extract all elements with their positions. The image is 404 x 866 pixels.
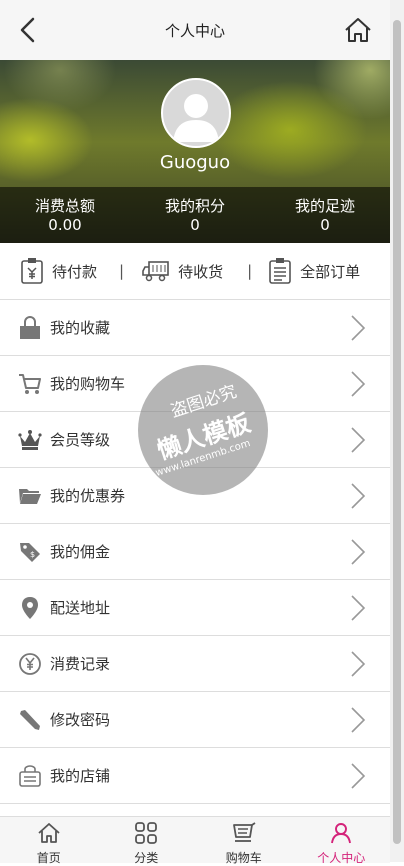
order-label: 待付款 — [52, 262, 98, 281]
chevron-right-icon — [351, 651, 366, 677]
app-frame: 个人中心 Guoguo 消费总额 0.00 我的积分 0 我的足迹 0 待付款 … — [0, 0, 391, 865]
menu-item-commission[interactable]: $ 我的佣金 — [0, 524, 390, 580]
scrollbar-thumb[interactable] — [393, 20, 401, 844]
chevron-right-icon — [351, 595, 366, 621]
separator: | — [119, 262, 125, 280]
menu-label: 我的优惠券 — [50, 487, 126, 505]
user-silhouette-icon — [173, 94, 219, 142]
cart-list-icon — [232, 822, 256, 842]
menu-label: 配送地址 — [50, 599, 111, 617]
chevron-right-icon — [351, 707, 366, 733]
bag-icon — [18, 315, 42, 340]
menu-label: 消费记录 — [50, 655, 111, 673]
chevron-right-icon — [351, 371, 366, 397]
order-pending-delivery[interactable]: 待收货 — [142, 259, 223, 283]
home-icon[interactable] — [344, 17, 372, 43]
tab-label: 分类 — [134, 851, 159, 865]
chevron-right-icon — [351, 315, 366, 341]
profile-banner: Guoguo 消费总额 0.00 我的积分 0 我的足迹 0 — [0, 60, 390, 243]
location-pin-icon — [18, 596, 42, 620]
chevron-right-icon — [351, 539, 366, 565]
page-title: 个人中心 — [164, 22, 225, 40]
watermark-stamp: 盗图必究 懒人模板 www.lanrenmb.com — [138, 365, 268, 495]
grid-icon — [135, 822, 158, 844]
menu-item-address[interactable]: 配送地址 — [0, 580, 390, 636]
stat-value: 0.00 — [48, 216, 82, 234]
chevron-right-icon — [351, 763, 366, 789]
menu-label: 我的佣金 — [50, 543, 111, 561]
bottom-tab-bar: 首页 分类 购物车 个人中心 — [0, 816, 391, 865]
menu-label: 我的收藏 — [50, 319, 111, 337]
yen-circle-icon — [18, 652, 42, 676]
tag-icon: $ — [18, 540, 42, 564]
stat-label: 我的足迹 — [294, 197, 355, 215]
tab-profile[interactable]: 个人中心 — [293, 817, 391, 865]
chevron-right-icon — [351, 427, 366, 453]
stat-total-spent[interactable]: 消费总额 0.00 — [0, 187, 130, 243]
username: Guoguo — [159, 152, 231, 173]
tab-home[interactable]: 首页 — [0, 817, 98, 865]
stat-value: 0 — [320, 216, 330, 234]
order-label: 待收货 — [178, 262, 224, 281]
stat-label: 我的积分 — [164, 197, 225, 215]
stat-value: 0 — [190, 216, 200, 234]
shop-icon — [18, 764, 42, 788]
pencil-icon — [18, 708, 42, 732]
menu-item-my-shop[interactable]: 我的店铺 — [0, 748, 390, 804]
list-clipboard-icon — [269, 258, 291, 284]
menu-label: 我的购物车 — [50, 375, 126, 393]
order-shortcuts: 待付款 | 待收货 | 全部订单 — [0, 243, 390, 300]
menu-label: 修改密码 — [50, 711, 111, 729]
menu-item-change-password[interactable]: 修改密码 — [0, 692, 390, 748]
svg-text:$: $ — [30, 550, 35, 559]
stat-footprint[interactable]: 我的足迹 0 — [260, 187, 390, 243]
crown-icon — [18, 428, 42, 452]
cart-icon — [18, 372, 42, 396]
home-icon — [38, 823, 60, 843]
tab-category[interactable]: 分类 — [98, 817, 196, 865]
person-icon — [331, 823, 352, 844]
folder-icon — [18, 484, 42, 508]
menu-item-favorites[interactable]: 我的收藏 — [0, 300, 390, 356]
stat-points[interactable]: 我的积分 0 — [130, 187, 260, 243]
order-all[interactable]: 全部订单 — [268, 257, 360, 285]
truck-icon — [142, 261, 169, 282]
order-pending-payment[interactable]: 待付款 — [20, 257, 97, 285]
chevron-right-icon — [351, 483, 366, 509]
tab-label: 个人中心 — [317, 851, 366, 865]
menu-label: 我的店铺 — [50, 767, 111, 785]
order-label: 全部订单 — [300, 262, 361, 281]
scrollbar[interactable] — [390, 0, 404, 862]
tab-label: 首页 — [36, 851, 61, 865]
stats-bar: 消费总额 0.00 我的积分 0 我的足迹 0 — [0, 187, 390, 243]
top-bar: 个人中心 — [0, 0, 390, 60]
menu-item-spending-records[interactable]: 消费记录 — [0, 636, 390, 692]
menu-label: 会员等级 — [50, 431, 111, 449]
yen-clipboard-icon — [21, 258, 43, 284]
tab-label: 购物车 — [225, 851, 262, 865]
separator: | — [247, 262, 253, 280]
stat-label: 消费总额 — [34, 197, 95, 215]
tab-cart[interactable]: 购物车 — [195, 817, 293, 865]
avatar[interactable] — [161, 78, 231, 148]
